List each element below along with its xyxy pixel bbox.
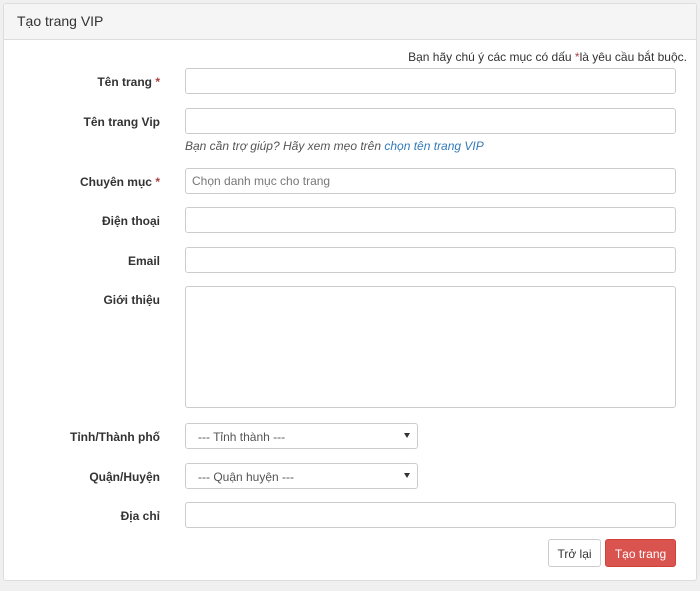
category-label-text: Chuyên mục: [79, 175, 152, 189]
page-name-input[interactable]: [185, 68, 676, 94]
category-label: Chuyên mục *: [40, 175, 160, 189]
page-name-label-text: Tên trang: [97, 75, 152, 89]
category-input[interactable]: [185, 168, 676, 194]
category-required-mark: *: [155, 175, 160, 189]
panel-heading: Tạo trang VIP: [4, 4, 696, 40]
province-selected: --- Tỉnh thành ---: [198, 430, 286, 444]
chevron-down-icon: [404, 433, 410, 438]
create-page-button[interactable]: Tạo trang: [605, 539, 676, 567]
province-label: Tỉnh/Thành phố: [70, 430, 160, 444]
vip-name-tips-link[interactable]: chọn tên trang VIP: [384, 139, 483, 153]
back-button[interactable]: Trở lại: [548, 539, 601, 567]
intro-label: Giới thiệu: [103, 293, 160, 307]
district-selected: --- Quận huyện ---: [198, 470, 295, 484]
phone-label: Điện thoại: [101, 214, 160, 228]
intro-textarea[interactable]: [185, 286, 676, 408]
email-label: Email: [127, 254, 160, 268]
vip-name-label: Tên trang Vip: [83, 115, 160, 129]
panel-title: Tạo trang VIP: [17, 13, 104, 29]
phone-input[interactable]: [185, 207, 676, 233]
required-note-text: Bạn hãy chú ý các mục có dấu: [408, 50, 572, 64]
email-input[interactable]: [185, 247, 676, 273]
district-select[interactable]: --- Quận huyện ---: [185, 463, 418, 489]
required-note: Bạn hãy chú ý các mục có dấu *là yêu cầu…: [408, 50, 687, 64]
vip-name-input[interactable]: [185, 108, 676, 134]
district-label: Quận/Huyện: [89, 470, 160, 484]
vip-name-help: Bạn cần trợ giúp? Hãy xem mẹo trên chọn …: [185, 139, 484, 153]
address-label: Địa chỉ: [120, 509, 160, 523]
page-name-required-mark: *: [155, 75, 160, 89]
address-input[interactable]: [185, 502, 676, 528]
help-text: Bạn cần trợ giúp? Hãy xem mẹo trên: [185, 139, 382, 153]
chevron-down-icon: [404, 473, 410, 478]
page-name-label: Tên trang *: [40, 75, 160, 89]
province-select[interactable]: --- Tỉnh thành ---: [185, 423, 418, 449]
required-note-text-after: là yêu cầu bắt buộc.: [579, 50, 687, 64]
